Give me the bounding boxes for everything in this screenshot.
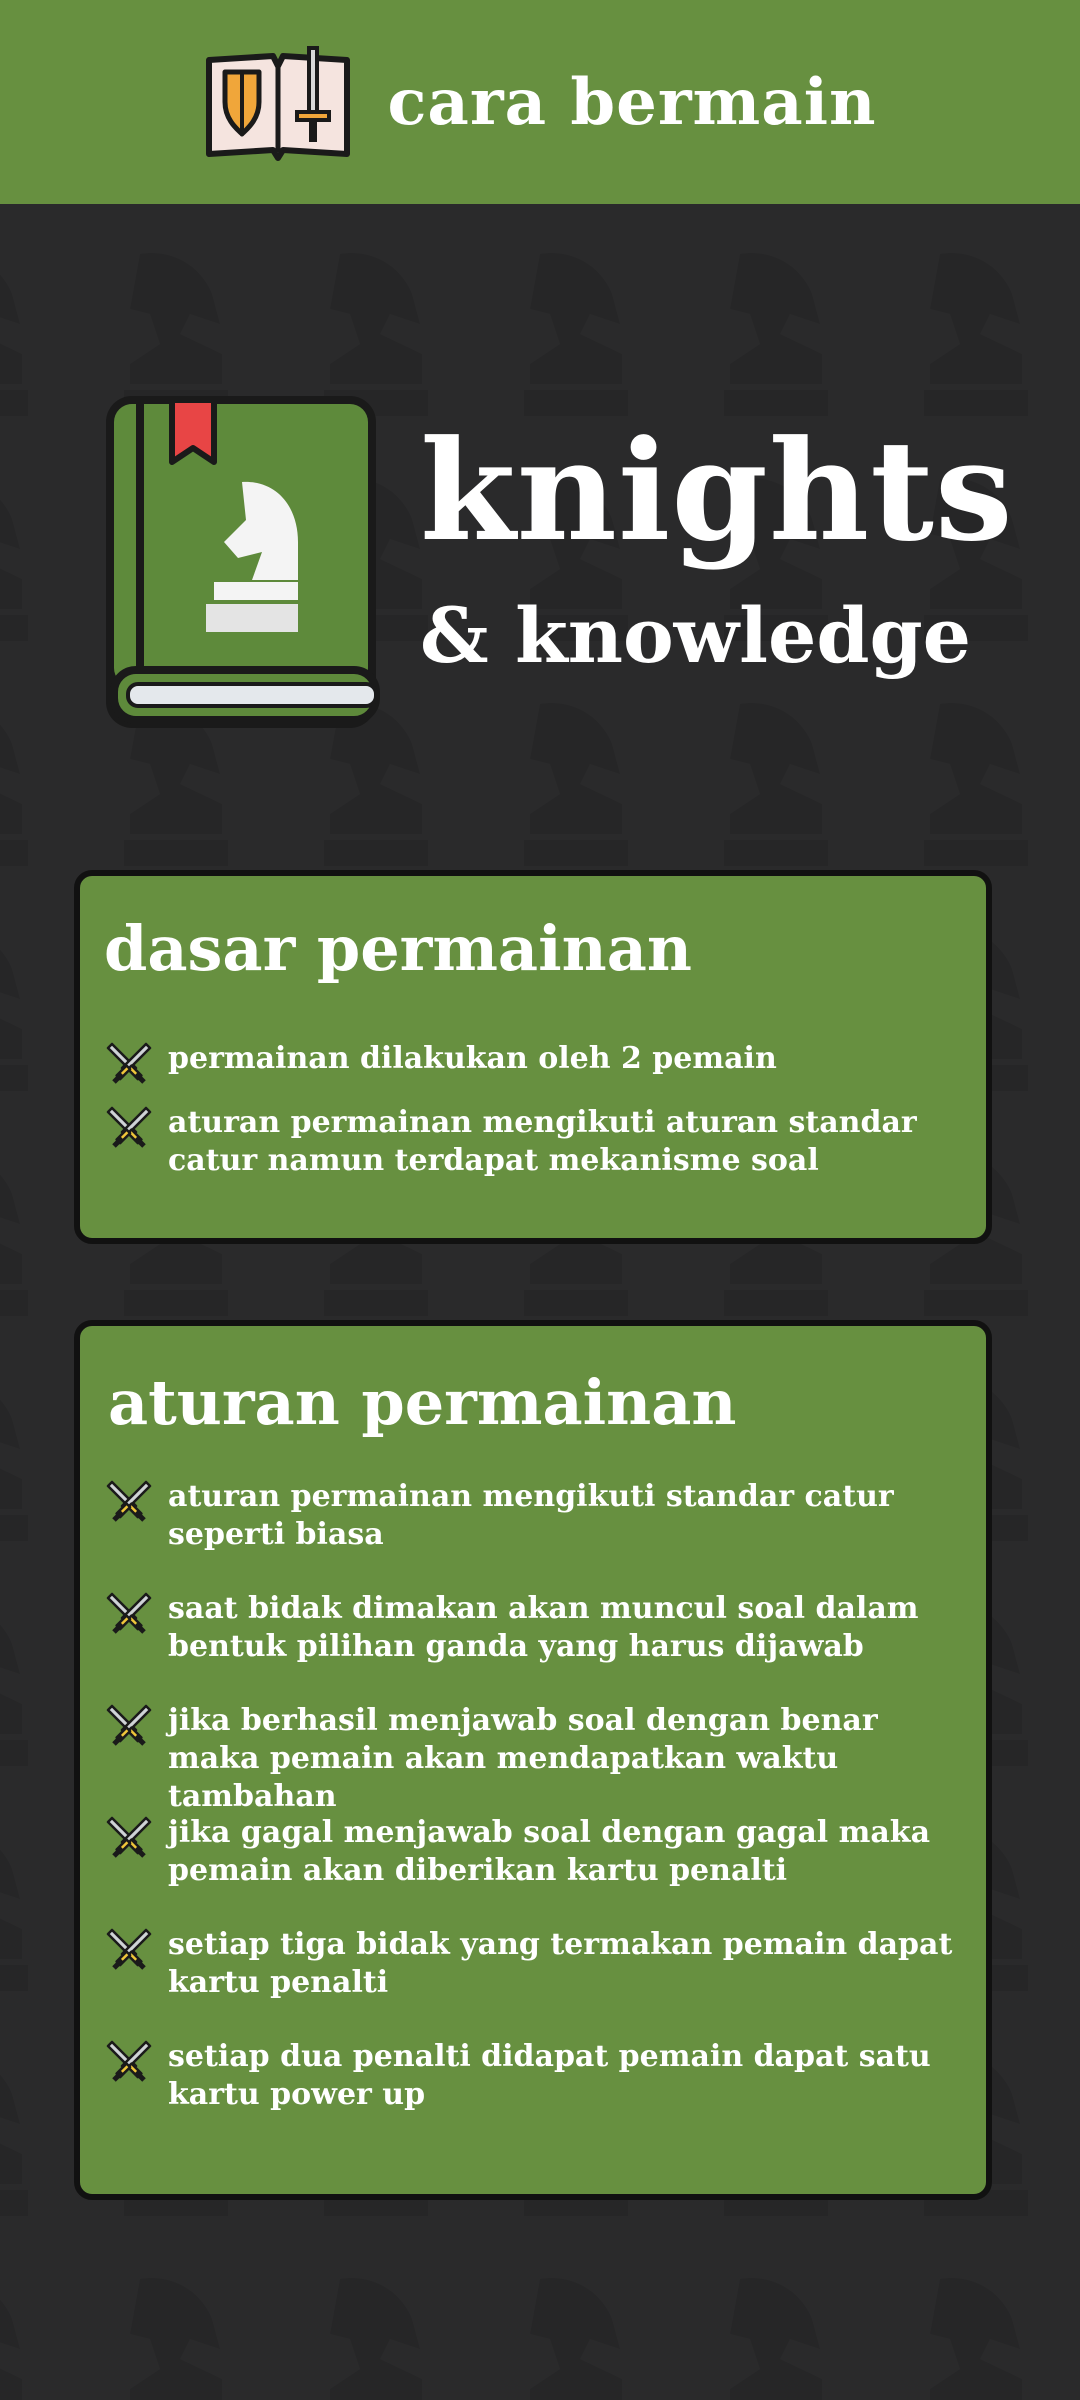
rule-text: aturan permainan mengikuti standar catur… (168, 1479, 894, 1552)
hero-section: knights & knowledge (0, 380, 1080, 740)
list-item: setiap dua penalti didapat pemain dapat … (106, 2038, 966, 2114)
crossed-swords-icon (106, 2040, 152, 2082)
crossed-swords-icon (106, 1106, 152, 1148)
crossed-swords-icon (106, 1042, 152, 1084)
crossed-swords-icon (106, 1816, 152, 1858)
brand-title: knights (420, 409, 1014, 572)
header-bar: cara bermain (0, 0, 1080, 204)
rule-text: permainan dilakukan oleh 2 pemain (168, 1041, 777, 1076)
page-title: cara bermain (387, 64, 877, 140)
list-item: permainan dilakukan oleh 2 pemain (106, 1040, 966, 1086)
list-item: saat bidak dimakan akan muncul soal dala… (106, 1590, 966, 1666)
aturan-permainan-card: aturan permainan aturan permainan mengik… (74, 1320, 992, 2200)
list-item: setiap tiga bidak yang termakan pemain d… (106, 1926, 966, 2002)
rule-text: aturan permainan mengikuti aturan standa… (168, 1105, 917, 1178)
rule-text: setiap dua penalti didapat pemain dapat … (168, 2039, 931, 2112)
list-item: aturan permainan mengikuti aturan standa… (106, 1104, 966, 1180)
list-item: aturan permainan mengikuti standar catur… (106, 1478, 966, 1554)
rule-text: jika gagal menjawab soal dengan gagal ma… (168, 1815, 931, 1888)
rule-text: setiap tiga bidak yang termakan pemain d… (168, 1927, 953, 2000)
dasar-permainan-card: dasar permainan permainan dilakukan oleh… (74, 870, 992, 1244)
book-shield-sword-icon (206, 46, 351, 161)
rule-text: saat bidak dimakan akan muncul soal dala… (168, 1591, 919, 1664)
list-item: jika berhasil menjawab soal dengan benar… (106, 1702, 966, 1816)
crossed-swords-icon (106, 1592, 152, 1634)
crossed-swords-icon (106, 1704, 152, 1746)
dasar-permainan-title: dasar permainan (104, 912, 692, 985)
brand-subtitle: & knowledge (420, 591, 971, 680)
list-item: jika gagal menjawab soal dengan gagal ma… (106, 1814, 966, 1890)
aturan-permainan-title: aturan permainan (108, 1366, 737, 1439)
chess-knight-book-icon (106, 396, 380, 728)
crossed-swords-icon (106, 1480, 152, 1522)
rule-text: jika berhasil menjawab soal dengan benar… (168, 1703, 878, 1814)
crossed-swords-icon (106, 1928, 152, 1970)
